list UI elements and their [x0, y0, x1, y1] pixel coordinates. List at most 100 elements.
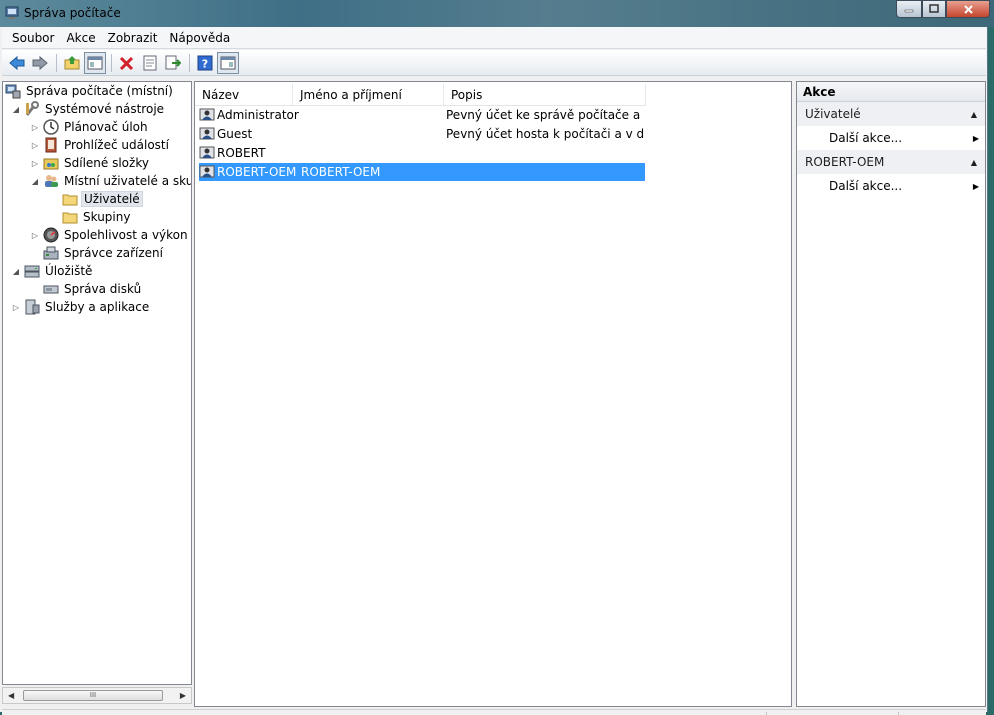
tree-item-storage[interactable]: ◢ Úložiště	[11, 262, 94, 280]
expanded-icon[interactable]: ◢	[11, 105, 21, 114]
column-header-full-name[interactable]: Jméno a příjmení	[293, 84, 444, 106]
event-viewer-icon	[43, 137, 59, 153]
tree-item-event-viewer[interactable]: ▷ Prohlížeč událostí	[30, 136, 171, 154]
back-arrow-icon	[9, 55, 25, 70]
tree-item-groups[interactable]: Skupiny	[62, 208, 132, 226]
more-actions-label: Další akce...	[829, 131, 903, 145]
more-actions-users[interactable]: Další akce... ▶	[797, 126, 985, 150]
tree-item-task-scheduler[interactable]: ▷ Plánovač úloh	[30, 118, 150, 136]
minimize-icon	[904, 9, 914, 13]
user-description: Pevný účet ke správě počítače a d...	[446, 108, 644, 122]
folder-icon	[62, 209, 78, 225]
properties-button[interactable]	[139, 52, 161, 74]
window-title: Správa počítače	[24, 6, 121, 20]
users-groups-icon	[43, 173, 59, 189]
toolbar: ?	[2, 50, 986, 76]
actions-section-users[interactable]: Uživatelé ▲	[797, 102, 985, 126]
user-full-name: ROBERT-OEM	[301, 165, 381, 179]
menu-help[interactable]: Nápověda	[163, 31, 236, 45]
collapsed-icon[interactable]: ▷	[30, 159, 40, 168]
export-list-button[interactable]	[162, 52, 184, 74]
navigation-tree[interactable]: Správa počítače (místní) ◢ Systémové nás…	[2, 81, 192, 685]
menu-view[interactable]: Zobrazit	[102, 31, 164, 45]
column-header-name[interactable]: Název	[195, 84, 293, 106]
back-button[interactable]	[6, 52, 28, 74]
scroll-thumb[interactable]: III	[23, 690, 163, 701]
collapsed-icon[interactable]: ▷	[30, 123, 40, 132]
user-name: Administrator	[217, 108, 299, 122]
tree-item-reliability-performance[interactable]: ▷ Spolehlivost a výkon	[30, 226, 190, 244]
tree-item-users[interactable]: Uživatelé	[62, 190, 143, 208]
computer-management-app-icon	[5, 6, 19, 20]
actions-section-title: ROBERT-OEM	[805, 155, 885, 169]
toolbar-separator	[189, 53, 190, 72]
device-manager-icon	[43, 245, 59, 261]
expanded-icon[interactable]: ◢	[11, 267, 21, 276]
maximize-icon	[929, 4, 939, 13]
menu-file[interactable]: Soubor	[2, 31, 60, 45]
list-row-guest[interactable]: Guest Pevný účet hosta k počítači a v do…	[199, 125, 644, 143]
minimize-button[interactable]	[896, 0, 922, 18]
user-icon	[199, 126, 215, 142]
collapsed-icon[interactable]: ▷	[11, 303, 21, 312]
tree-item-local-users-groups[interactable]: ◢ Místní uživatelé a skupiny	[30, 172, 191, 190]
folder-icon	[62, 191, 78, 207]
help-button[interactable]: ?	[194, 52, 216, 74]
show-hide-tree-button[interactable]	[84, 51, 106, 74]
help-icon: ?	[197, 55, 213, 70]
tree-item-system-tools[interactable]: ◢ Systémové nástroje	[11, 100, 166, 118]
tree-item-device-manager[interactable]: Správce zařízení	[43, 244, 165, 262]
toolbar-separator	[56, 53, 57, 72]
svg-text:?: ?	[202, 57, 208, 70]
collapsed-icon[interactable]: ▷	[30, 141, 40, 150]
user-name: ROBERT	[217, 146, 266, 160]
expanded-icon[interactable]: ◢	[30, 177, 40, 186]
forward-button[interactable]	[29, 52, 51, 74]
up-folder-icon	[64, 55, 80, 69]
list-row-robert-oem[interactable]: ROBERT-OEM ROBERT-OEM	[199, 163, 645, 181]
maximize-button[interactable]	[922, 0, 946, 18]
actions-pane: Akce Uživatelé ▲ Další akce... ▶ ROBERT-…	[796, 81, 986, 707]
collapse-up-icon[interactable]: ▲	[971, 110, 977, 119]
show-hide-action-pane-button[interactable]	[217, 51, 239, 74]
close-icon	[963, 4, 973, 14]
computer-management-icon	[5, 83, 21, 99]
show-hide-action-pane-icon	[220, 56, 236, 69]
actions-section-robert-oem[interactable]: ROBERT-OEM ▲	[797, 150, 985, 174]
clock-icon	[43, 119, 59, 135]
tree-item-disk-management[interactable]: Správa disků	[43, 280, 143, 298]
forward-arrow-icon	[32, 55, 48, 70]
services-icon	[24, 299, 40, 315]
list-row-administrator[interactable]: Administrator Pevný účet ke správě počít…	[199, 106, 644, 124]
column-header-description[interactable]: Popis	[444, 84, 646, 106]
more-actions-label: Další akce...	[829, 179, 903, 193]
tree-horizontal-scrollbar[interactable]: ◀ III ▶	[2, 687, 192, 704]
scroll-right-icon[interactable]: ▶	[180, 691, 186, 700]
shared-folder-icon	[43, 155, 59, 171]
performance-icon	[43, 227, 59, 243]
menu-action[interactable]: Akce	[60, 31, 101, 45]
disk-management-icon	[43, 281, 59, 297]
user-name: Guest	[217, 127, 253, 141]
scroll-left-icon[interactable]: ◀	[8, 691, 14, 700]
list-row-robert[interactable]: ROBERT	[199, 144, 644, 162]
tree-item-shared-folders[interactable]: ▷ Sdílené složky	[30, 154, 151, 172]
tree-item-computer-management[interactable]: Správa počítače (místní)	[5, 82, 175, 100]
user-description: Pevný účet hosta k počítači a v do...	[446, 127, 644, 141]
user-list[interactable]: Název Jméno a příjmení Popis Administrat…	[194, 81, 792, 707]
up-level-button[interactable]	[61, 52, 83, 74]
delete-button[interactable]	[116, 52, 138, 74]
title-bar: Správa počítače	[0, 0, 994, 27]
delete-icon	[119, 56, 134, 70]
toolbar-separator	[111, 53, 112, 72]
submenu-arrow-icon: ▶	[972, 133, 979, 143]
user-icon	[199, 164, 215, 180]
tree-item-services-applications[interactable]: ▷ Služby a aplikace	[11, 298, 151, 316]
storage-icon	[24, 263, 40, 279]
close-button[interactable]	[946, 0, 990, 18]
properties-icon	[143, 55, 157, 70]
system-tools-icon	[24, 101, 40, 117]
collapse-up-icon[interactable]: ▲	[971, 158, 977, 167]
more-actions-robert-oem[interactable]: Další akce... ▶	[797, 174, 985, 198]
collapsed-icon[interactable]: ▷	[30, 231, 40, 240]
